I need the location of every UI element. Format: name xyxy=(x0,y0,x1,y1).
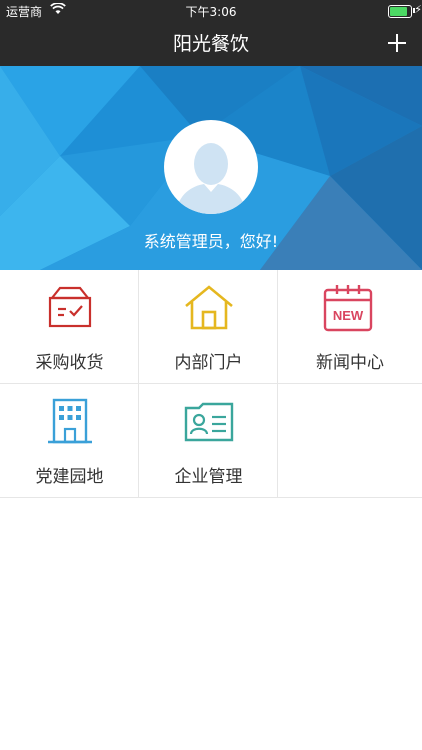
svg-text:NEW: NEW xyxy=(333,308,364,323)
menu-item-enterprise-management[interactable]: 企业管理 xyxy=(139,384,278,498)
home-icon xyxy=(183,282,235,334)
contact-card-icon xyxy=(183,396,235,448)
plus-icon[interactable] xyxy=(382,28,412,58)
menu-item-label: 企业管理 xyxy=(174,467,243,487)
clock-time: 下午3:06 xyxy=(185,5,237,19)
status-bar: 运营商 下午3:06 ⚡ xyxy=(0,0,422,22)
battery-icon xyxy=(388,5,412,18)
greeting-text: 系统管理员，您好! xyxy=(143,232,279,251)
menu-item-internal-portal[interactable]: 内部门户 xyxy=(139,270,278,384)
avatar[interactable] xyxy=(164,120,258,214)
menu-item-party-building[interactable]: 党建园地 xyxy=(0,384,139,498)
building-icon xyxy=(44,396,96,448)
menu-item-news-center[interactable]: NEW 新闻中心 xyxy=(278,270,422,384)
menu-item-purchase-receipt[interactable]: 采购收货 xyxy=(0,270,139,384)
user-silhouette-icon xyxy=(176,143,246,214)
news-calendar-icon: NEW xyxy=(322,282,374,334)
menu-item-label: 新闻中心 xyxy=(316,353,384,373)
charging-bolt-icon: ⚡ xyxy=(414,3,422,16)
page-title: 阳光餐饮 xyxy=(172,33,249,55)
purchase-receipt-icon xyxy=(44,282,96,334)
menu-item-label: 采购收货 xyxy=(35,353,104,373)
navigation-bar: 阳光餐饮 xyxy=(0,22,422,66)
menu-item-label: 党建园地 xyxy=(35,467,104,487)
grid-divider xyxy=(278,497,422,498)
menu-item-label: 内部门户 xyxy=(174,353,243,373)
